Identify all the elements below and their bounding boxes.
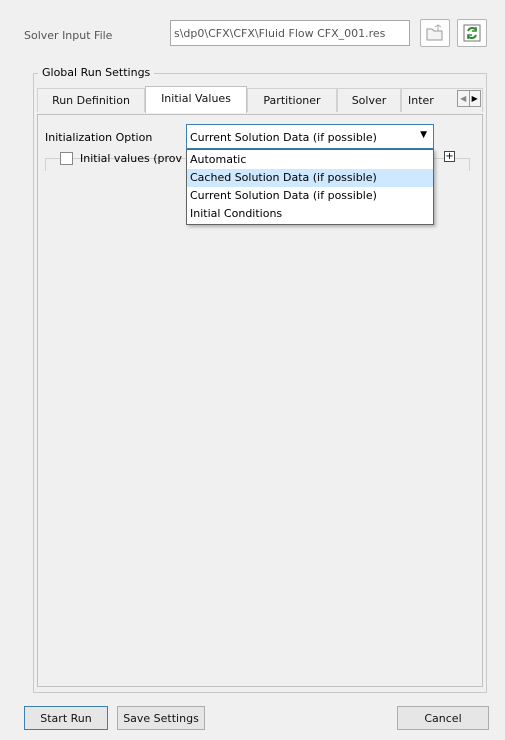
- initialization-option-value: Current Solution Data (if possible): [190, 131, 377, 144]
- solver-input-field[interactable]: s\dp0\CFX\CFX\Fluid Flow CFX_001.res: [170, 20, 410, 46]
- browse-folder-button[interactable]: [420, 19, 450, 47]
- dropdown-arrow-icon: ▼: [420, 130, 427, 140]
- initial-values-checkbox-label: Initial values (prov: [80, 152, 183, 165]
- initialization-option-label: Initialization Option: [45, 131, 153, 144]
- expand-icon[interactable]: +: [444, 151, 455, 162]
- dropdown-option-current-solution-data[interactable]: Current Solution Data (if possible): [187, 187, 433, 205]
- refresh-icon: [463, 24, 481, 42]
- tab-solver[interactable]: Solver: [337, 88, 401, 112]
- initialization-option-select[interactable]: Current Solution Data (if possible) ▼: [186, 124, 434, 149]
- dropdown-option-initial-conditions[interactable]: Initial Conditions: [187, 205, 433, 223]
- save-settings-button[interactable]: Save Settings: [117, 706, 205, 730]
- cancel-button[interactable]: Cancel: [397, 706, 489, 730]
- tab-scroll-right-icon[interactable]: ▶: [470, 91, 481, 106]
- folder-icon: [426, 24, 443, 41]
- tab-run-definition[interactable]: Run Definition: [37, 88, 145, 112]
- tab-strip: Run Definition Initial Values Partitione…: [37, 86, 483, 115]
- tab-scroll-buttons: ◀ ▶: [457, 90, 481, 107]
- global-run-settings-title: Global Run Settings: [38, 66, 155, 79]
- dropdown-option-automatic[interactable]: Automatic: [187, 151, 433, 169]
- solver-input-label: Solver Input File: [24, 29, 113, 42]
- initial-values-checkbox[interactable]: [60, 152, 73, 165]
- tab-scroll-left-icon[interactable]: ◀: [458, 91, 470, 106]
- tab-interface-label: Inter: [408, 94, 434, 107]
- dropdown-option-cached-solution-data[interactable]: Cached Solution Data (if possible): [187, 169, 433, 187]
- refresh-button[interactable]: [457, 19, 487, 47]
- tab-initial-values[interactable]: Initial Values: [145, 86, 247, 113]
- initialization-option-dropdown-list: Automatic Cached Solution Data (if possi…: [186, 149, 434, 225]
- start-run-button[interactable]: Start Run: [24, 706, 108, 730]
- tab-partitioner[interactable]: Partitioner: [247, 88, 337, 112]
